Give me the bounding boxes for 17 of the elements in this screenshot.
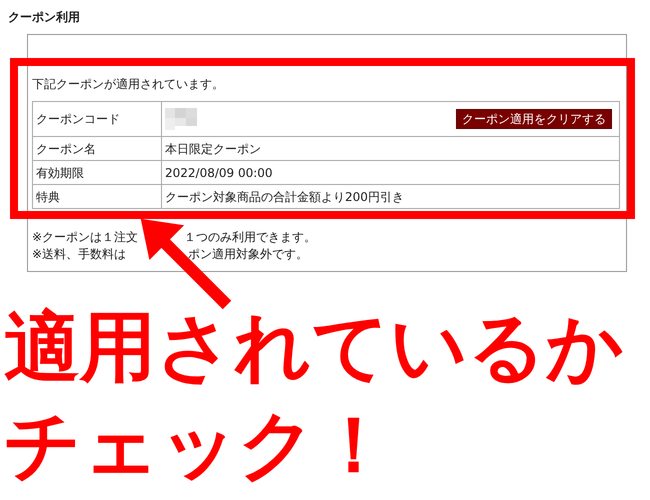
row-label: クーポン名 (32, 136, 162, 160)
annotation-caption: 適用されているか (4, 301, 624, 393)
blurred-code (165, 108, 197, 130)
note-text: ポン適用対象外です。 (188, 246, 308, 263)
section-title: クーポン利用 (8, 9, 81, 26)
row-value: 2022/08/09 00:00 (162, 160, 620, 184)
annotation-caption: チェック！ (4, 399, 392, 491)
row-label: 有効期限 (32, 160, 162, 184)
clear-coupon-button[interactable]: クーポン適用をクリアする (456, 109, 612, 129)
row-value: クーポン対象商品の合計金額より200円引き (162, 184, 620, 208)
note-text: ※送料、手数料は (32, 246, 126, 263)
row-value: 本日限定クーポン (162, 136, 620, 160)
note-text: １つのみ利用できます。 (184, 229, 316, 246)
row-label: 特典 (32, 184, 162, 208)
note-text: ※クーポンは１注文 (32, 229, 138, 246)
applied-message: 下記クーポンが適用されています。 (32, 76, 225, 93)
row-label: クーポンコード (32, 102, 162, 136)
